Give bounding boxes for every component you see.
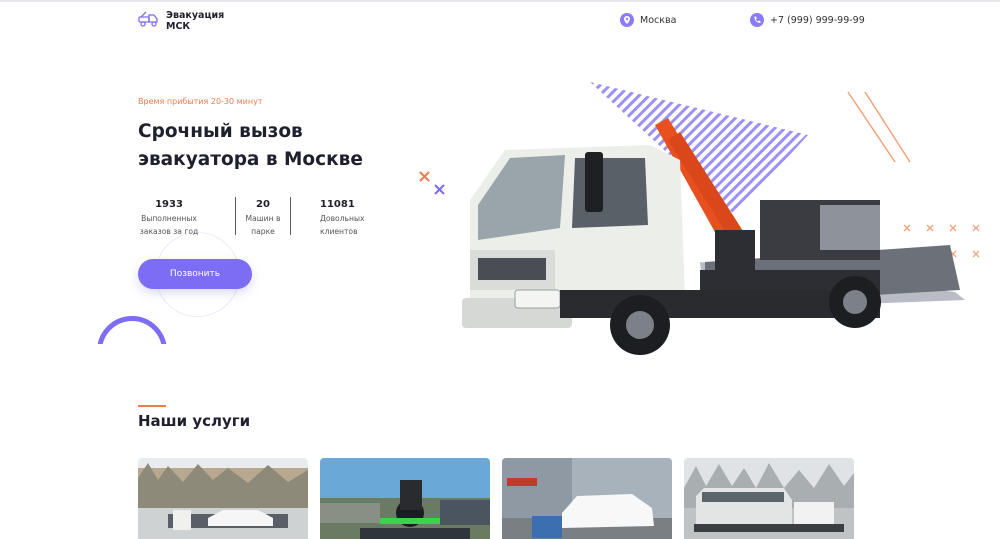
service-card-motorcycle[interactable]: [320, 458, 490, 539]
stat-label: Довольных: [320, 214, 365, 223]
stat-divider: [290, 197, 291, 235]
call-button[interactable]: Позвонить: [138, 259, 252, 289]
arrival-time-text: Время прибытия 20-30 минут: [138, 97, 263, 106]
stat-clients: 11081 Довольных клиентов: [320, 198, 370, 238]
service-card-tow-truck[interactable]: [138, 458, 308, 539]
section-accent-bar: [138, 405, 166, 407]
service-card-suv[interactable]: [502, 458, 672, 539]
services-title: Наши услуги: [138, 412, 251, 430]
cross-decor: [419, 171, 430, 182]
suv-on-tow-truck-image: [502, 458, 672, 539]
stat-label: парке: [251, 227, 275, 236]
tow-truck-sedan-image: [138, 458, 308, 539]
service-card-minibus[interactable]: [684, 458, 854, 539]
stat-label: Машин в: [245, 214, 281, 223]
cross-decor: [434, 184, 445, 195]
stat-orders: 1933 Выполненных заказов за год: [138, 198, 200, 238]
page-title: Срочный вызов эвакуатора в Москве: [138, 118, 388, 174]
stat-value: 11081: [320, 199, 355, 210]
minibus-on-tow-truck-image: [684, 458, 854, 539]
stat-label: заказов за год: [139, 227, 199, 236]
stat-value: 20: [256, 199, 270, 210]
title-line-2: эвакуатора в Москве: [138, 149, 363, 170]
stat-divider: [235, 197, 236, 235]
stat-value: 1933: [155, 199, 183, 210]
title-line-1: Срочный вызов: [138, 121, 303, 142]
stat-label: Выполненных: [141, 214, 197, 223]
stat-label: клиентов: [320, 227, 358, 236]
motorcycle-transport-image: [320, 458, 490, 539]
stat-fleet: 20 Машин в парке: [243, 198, 283, 238]
